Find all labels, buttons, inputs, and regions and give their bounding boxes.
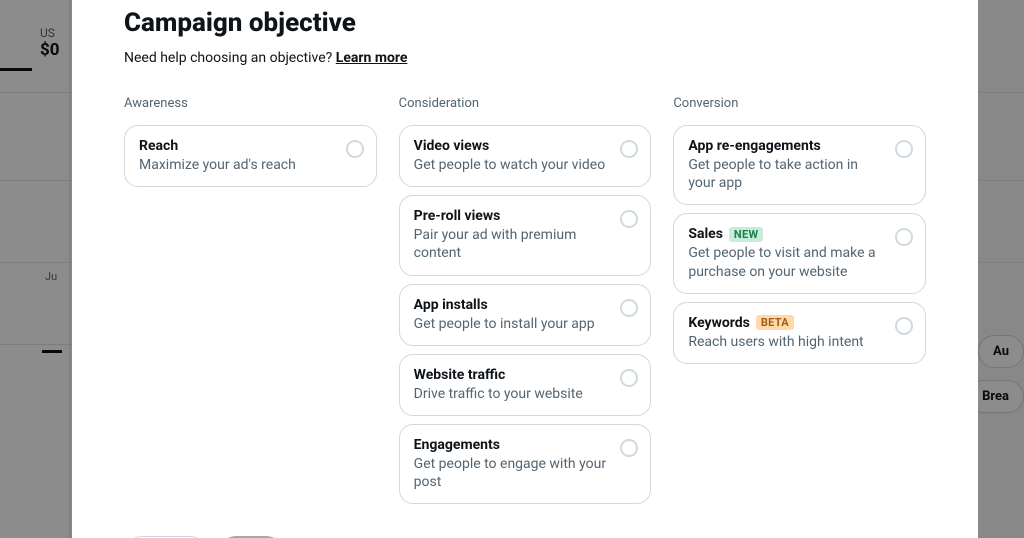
column-conversion: Conversion App re-engagements Get people… — [673, 96, 926, 512]
column-header-awareness: Awareness — [124, 96, 377, 111]
option-title: Sales NEW — [688, 226, 881, 242]
option-title: Pre-roll views — [414, 208, 607, 224]
option-website-traffic[interactable]: Website traffic Drive traffic to your we… — [399, 354, 652, 416]
help-text-label: Need help choosing an objective? — [124, 50, 336, 66]
option-desc: Reach users with high intent — [688, 333, 881, 351]
option-title: Reach — [139, 138, 332, 154]
new-badge: NEW — [729, 227, 763, 242]
option-title: Engagements — [414, 437, 607, 453]
column-header-consideration: Consideration — [399, 96, 652, 111]
column-consideration: Consideration Video views Get people to … — [399, 96, 652, 512]
option-title: App installs — [414, 297, 607, 313]
option-title: App re-engagements — [688, 138, 881, 154]
option-desc: Drive traffic to your website — [414, 385, 607, 403]
option-desc: Get people to watch your video — [414, 156, 607, 174]
option-keywords[interactable]: Keywords BETA Reach users with high inte… — [673, 302, 926, 364]
modal-title: Campaign objective — [124, 8, 926, 38]
objective-columns: Awareness Reach Maximize your ad's reach… — [124, 96, 926, 512]
option-desc: Get people to take action in your app — [688, 156, 881, 192]
radio-icon — [346, 140, 364, 158]
radio-icon — [895, 140, 913, 158]
option-title: Keywords BETA — [688, 315, 881, 331]
option-desc: Get people to install your app — [414, 315, 607, 333]
radio-icon — [620, 210, 638, 228]
radio-icon — [620, 439, 638, 457]
option-title-text: Keywords — [688, 315, 750, 331]
radio-icon — [895, 228, 913, 246]
option-reach[interactable]: Reach Maximize your ad's reach — [124, 125, 377, 187]
option-title-text: Sales — [688, 226, 723, 242]
option-video-views[interactable]: Video views Get people to watch your vid… — [399, 125, 652, 187]
option-desc: Get people to visit and make a purchase … — [688, 244, 881, 280]
column-awareness: Awareness Reach Maximize your ad's reach — [124, 96, 377, 512]
learn-more-link[interactable]: Learn more — [336, 50, 408, 66]
option-desc: Get people to engage with your post — [414, 455, 607, 491]
option-sales[interactable]: Sales NEW Get people to visit and make a… — [673, 213, 926, 293]
beta-badge: BETA — [756, 315, 794, 330]
option-engagements[interactable]: Engagements Get people to engage with yo… — [399, 424, 652, 504]
radio-icon — [895, 317, 913, 335]
option-title: Website traffic — [414, 367, 607, 383]
option-title: Video views — [414, 138, 607, 154]
radio-icon — [620, 140, 638, 158]
radio-icon — [620, 299, 638, 317]
option-desc: Pair your ad with premium content — [414, 226, 607, 262]
column-header-conversion: Conversion — [673, 96, 926, 111]
option-desc: Maximize your ad's reach — [139, 156, 332, 174]
option-app-installs[interactable]: App installs Get people to install your … — [399, 284, 652, 346]
option-preroll-views[interactable]: Pre-roll views Pair your ad with premium… — [399, 195, 652, 275]
option-app-reengagements[interactable]: App re-engagements Get people to take ac… — [673, 125, 926, 205]
radio-icon — [620, 369, 638, 387]
campaign-objective-modal: Campaign objective Need help choosing an… — [72, 0, 978, 538]
help-text: Need help choosing an objective? Learn m… — [124, 50, 926, 66]
